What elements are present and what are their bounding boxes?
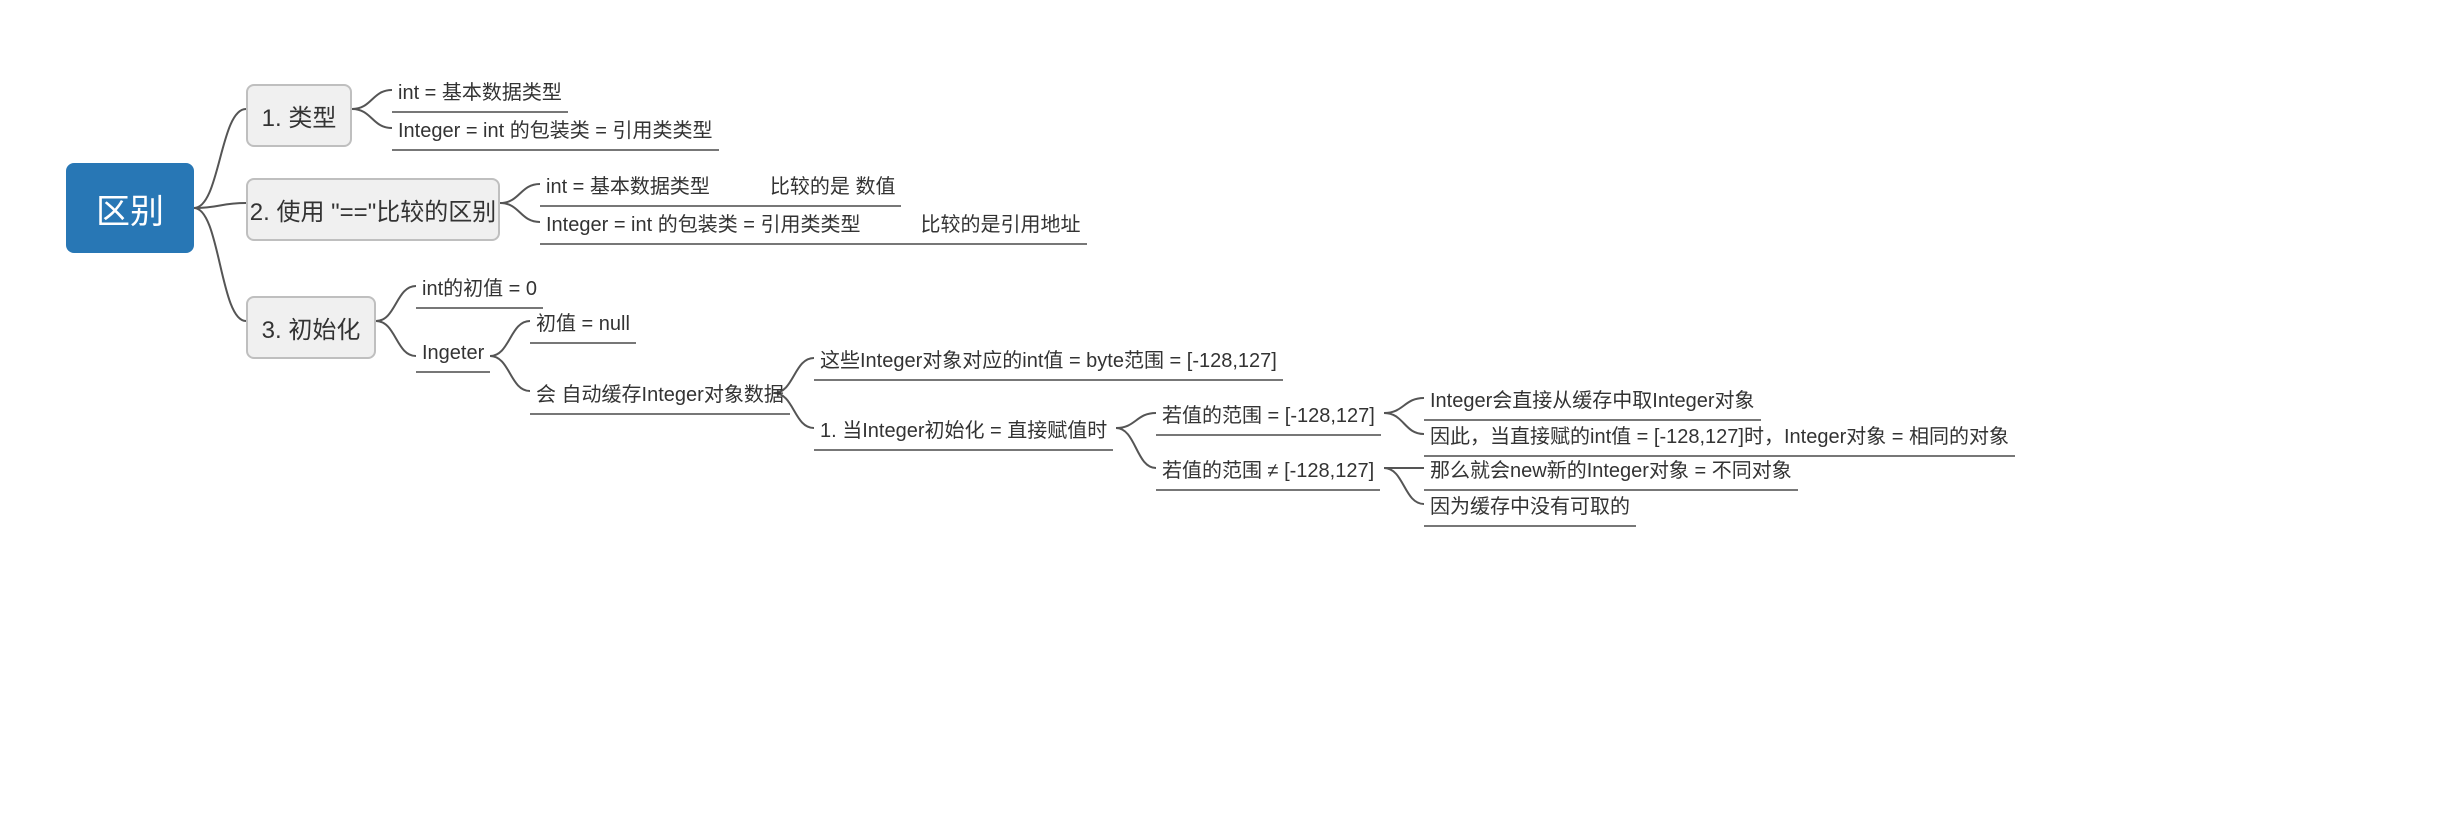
leaf-int-default: int的初值 = 0 <box>416 270 543 309</box>
leaf-integer-compare: Integer = int 的包装类 = 引用类类型比较的是引用地址 <box>540 206 1087 245</box>
leaf-init-direct: 1. 当Integer初始化 = 直接赋值时 <box>814 412 1113 451</box>
branch-equals-compare[interactable]: 2. 使用 "=="比较的区别 <box>246 178 500 241</box>
mindmap-canvas: 区别 1. 类型 int = 基本数据类型 Integer = int 的包装类… <box>0 0 2452 838</box>
leaf-integer-cache: 会 自动缓存Integer对象数据 <box>530 376 790 415</box>
branch-init[interactable]: 3. 初始化 <box>246 296 376 359</box>
leaf-range-in: 若值的范围 = [-128,127] <box>1156 397 1381 436</box>
root-node[interactable]: 区别 <box>66 163 194 253</box>
leaf-int-primitive: int = 基本数据类型 <box>392 74 568 113</box>
leaf-integer-null: 初值 = null <box>530 305 636 344</box>
leaf-integer-label: Ingeter <box>416 340 490 373</box>
leaf-range-out: 若值的范围 ≠ [-128,127] <box>1156 452 1380 491</box>
leaf-range-out-b: 因为缓存中没有可取的 <box>1424 488 1636 527</box>
leaf-int-compare: int = 基本数据类型比较的是 数值 <box>540 168 901 207</box>
leaf-integer-wrapper: Integer = int 的包装类 = 引用类类型 <box>392 112 719 151</box>
leaf-cache-range: 这些Integer对象对应的int值 = byte范围 = [-128,127] <box>814 342 1283 381</box>
branch-type[interactable]: 1. 类型 <box>246 84 352 147</box>
leaf-range-out-a: 那么就会new新的Integer对象 = 不同对象 <box>1424 452 1798 491</box>
leaf-range-in-a: Integer会直接从缓存中取Integer对象 <box>1424 382 1761 421</box>
